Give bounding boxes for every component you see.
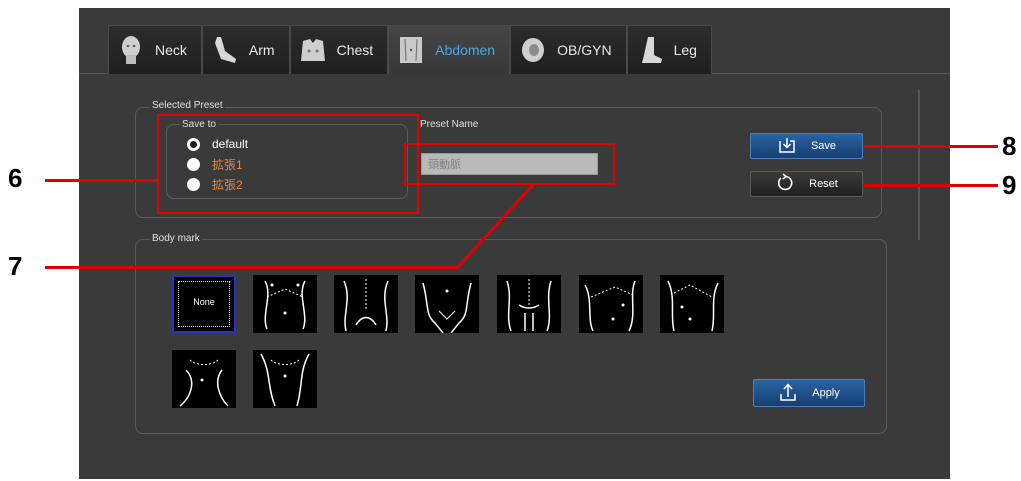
tab-label: Arm: [248, 42, 275, 58]
abdomen-side-mark-icon: [584, 280, 636, 332]
torso-back-mark-icon: [260, 353, 310, 407]
body-mark-title: Body mark: [150, 233, 202, 244]
body-mark-thumbnail[interactable]: [334, 275, 398, 333]
upload-icon: [778, 382, 798, 405]
callout-line-9: [864, 184, 998, 187]
callout-line-6: [45, 179, 158, 182]
save-button[interactable]: Save: [750, 133, 863, 159]
callout-number-7: 7: [8, 251, 23, 281]
apply-button[interactable]: Apply: [753, 379, 865, 407]
save-label: Save: [810, 140, 837, 152]
body-mark-thumbnail[interactable]: [579, 275, 643, 333]
apply-label: Apply: [812, 387, 840, 399]
pelvis-mark-icon: [422, 282, 472, 334]
callout-box-save-to: [157, 114, 419, 214]
reset-icon: [775, 172, 795, 196]
torso-front-mark-icon: [179, 359, 229, 407]
body-mark-thumbnail[interactable]: [253, 275, 317, 333]
tab-leg[interactable]: Leg: [626, 25, 712, 74]
body-mark-thumbnail[interactable]: [253, 350, 317, 408]
abdomen-icon: [397, 35, 425, 65]
tab-label: Chest: [336, 42, 374, 58]
lower-back-mark-icon: [506, 279, 552, 332]
body-mark-thumbnail[interactable]: [415, 275, 479, 334]
tab-label: Abdomen: [435, 42, 496, 58]
save-icon: [777, 136, 797, 157]
abdomen-mark-icon: [264, 280, 306, 330]
upper-abdomen-mark-icon: [667, 280, 719, 332]
callout-line-7b: [455, 184, 535, 270]
neck-icon: [117, 35, 145, 65]
chest-icon: [299, 35, 327, 65]
scrollbar[interactable]: [918, 90, 920, 240]
tab-label: OB/GYN: [557, 42, 612, 58]
none-label: None: [193, 297, 215, 307]
tab-chest[interactable]: Chest: [289, 25, 389, 74]
tab-label: Leg: [673, 42, 697, 58]
tab-label: Neck: [155, 42, 187, 58]
callout-number-9: 9: [1002, 170, 1017, 200]
tab-arm[interactable]: Arm: [201, 25, 290, 74]
callout-number-6: 6: [8, 163, 23, 193]
callout-number-8: 8: [1002, 131, 1017, 161]
body-mark-thumbnail[interactable]: [172, 350, 236, 408]
leg-icon: [636, 35, 664, 65]
reset-button[interactable]: Reset: [750, 171, 863, 197]
preset-name-title: Preset Name: [420, 119, 479, 130]
reset-label: Reset: [809, 178, 838, 190]
tab-obgyn[interactable]: OB/GYN: [510, 25, 627, 74]
tab-abdomen[interactable]: Abdomen: [388, 25, 511, 74]
tab-neck[interactable]: Neck: [108, 25, 202, 74]
body-mark-thumbnail[interactable]: [497, 275, 561, 333]
obgyn-icon: [519, 35, 547, 65]
callout-line-7a: [45, 266, 458, 269]
back-mark-icon: [343, 279, 389, 332]
callout-box-preset-name: [404, 143, 615, 185]
body-mark-none[interactable]: None: [172, 275, 236, 333]
callout-line-8: [864, 145, 998, 148]
arm-icon: [211, 35, 239, 65]
selected-preset-title: Selected Preset: [150, 100, 225, 111]
body-mark-thumbnail[interactable]: [660, 275, 724, 333]
body-region-tabs: Neck Arm Chest Abdomen OB/GYN Leg: [108, 25, 712, 74]
